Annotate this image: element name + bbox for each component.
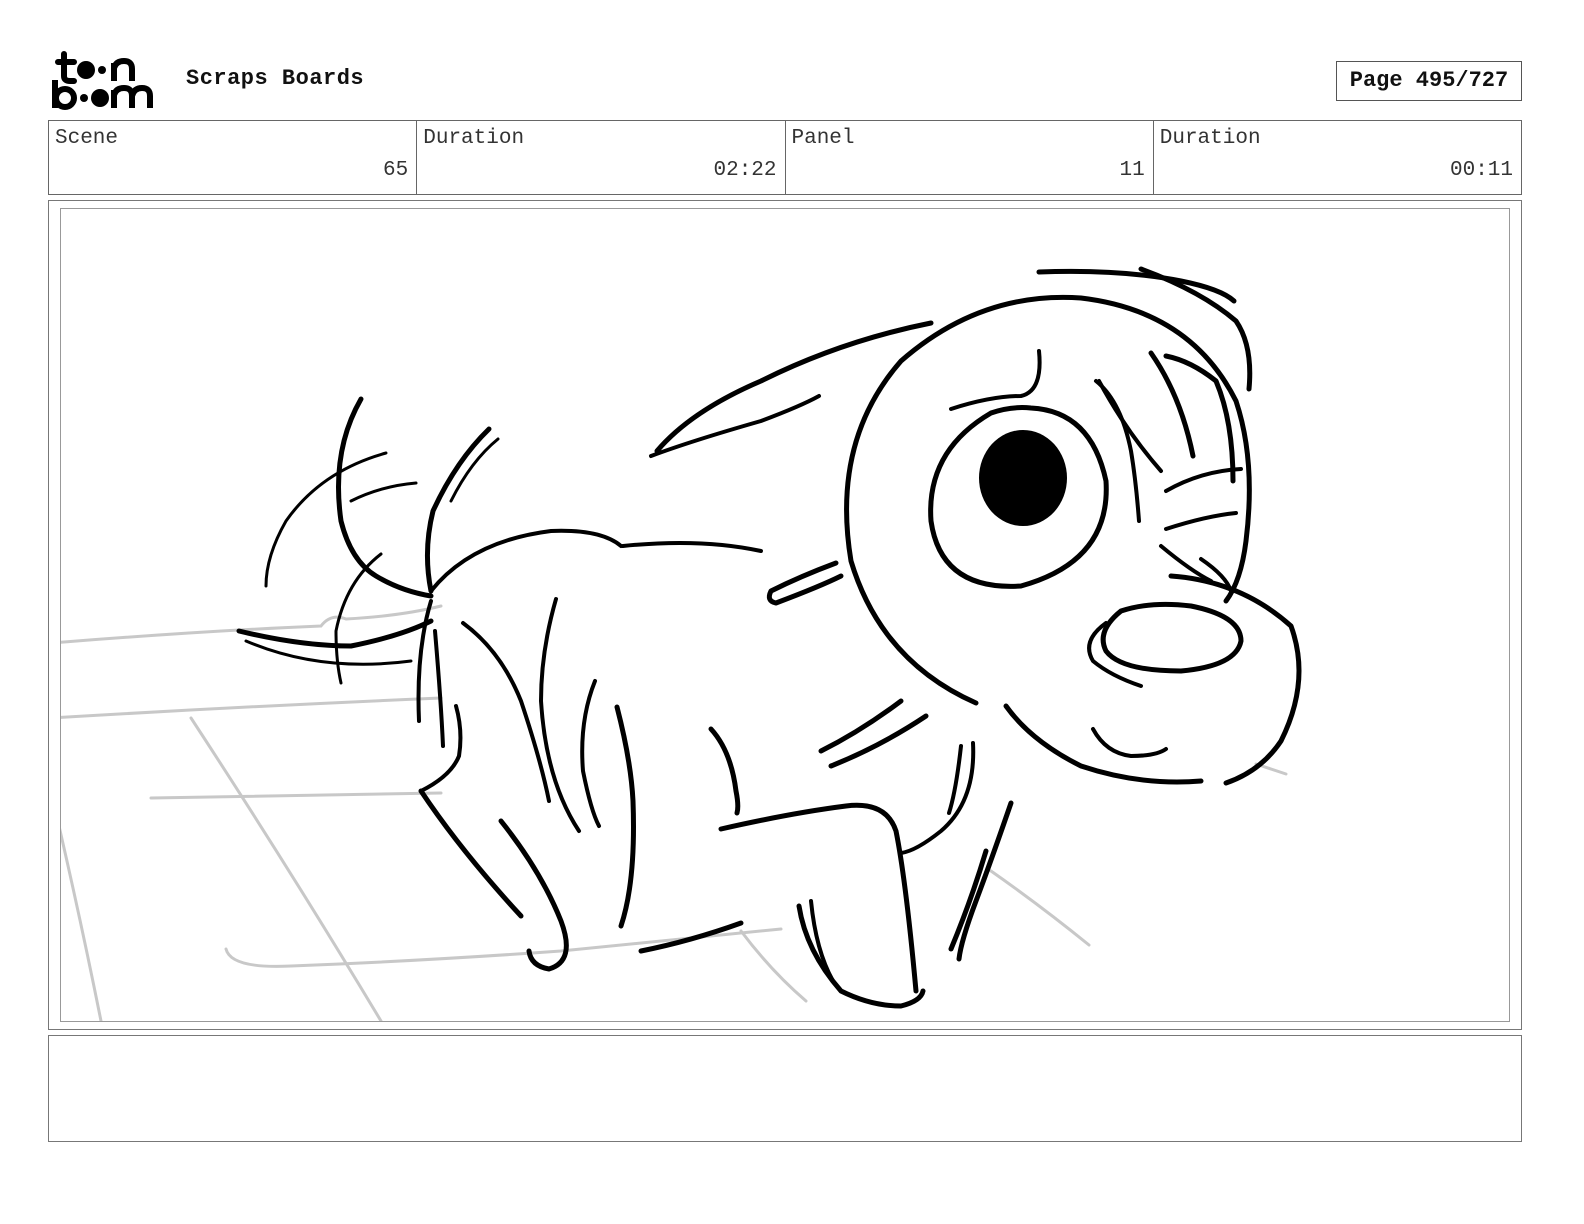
panel-label: Panel <box>791 127 855 150</box>
toon-boom-logo <box>52 51 153 110</box>
scene-duration-value: 02:22 <box>713 159 777 182</box>
info-bar: Scene 65 Duration 02:22 Panel 11 Duratio… <box>48 120 1522 195</box>
scene-duration-label: Duration <box>423 127 525 150</box>
sketch-drawing <box>61 266 1302 1021</box>
creature-ink <box>236 266 1302 1009</box>
panel-duration-cell: Duration 00:11 <box>1154 121 1521 194</box>
scene-cell: Scene 65 <box>49 121 418 194</box>
page-indicator: Page 495/727 <box>1336 61 1522 101</box>
logo-dot <box>91 89 109 107</box>
logo-letter-t <box>55 51 77 84</box>
scene-duration-cell: Duration 02:22 <box>417 121 786 194</box>
panel-value: 11 <box>1119 159 1145 182</box>
logo-dot <box>80 94 88 102</box>
panel-caption-box <box>48 1035 1522 1142</box>
logo-dot <box>77 61 95 79</box>
scene-value: 65 <box>383 159 409 182</box>
panel-duration-value: 00:11 <box>1449 159 1513 182</box>
logo-dot <box>98 66 106 74</box>
storyboard-panel-image <box>60 208 1510 1022</box>
panel-cell: Panel 11 <box>786 121 1154 194</box>
document-title: Scraps Boards <box>186 66 365 91</box>
panel-duration-label: Duration <box>1159 127 1261 150</box>
logo-b-bowl <box>53 86 77 110</box>
scene-label: Scene <box>55 127 119 150</box>
logo-letter-m <box>111 84 153 108</box>
logo-letter-n <box>111 57 135 81</box>
